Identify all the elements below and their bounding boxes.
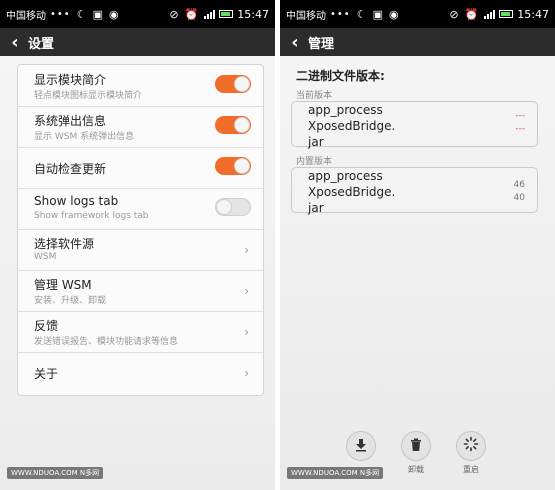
reboot-button[interactable] bbox=[456, 431, 486, 461]
reboot-label: 重启 bbox=[463, 465, 479, 474]
setting-sublabel: Show framework logs tab bbox=[34, 211, 149, 221]
notification-icon: ▣ bbox=[92, 7, 103, 21]
settings-list: 显示模块简介 轻点模块图标显示模块简介 系统弹出信息 显示 WSM 系统弹出信息… bbox=[17, 64, 264, 396]
moon-icon: ☾ bbox=[76, 7, 87, 21]
setting-label: 系统弹出信息 bbox=[34, 114, 107, 128]
battery-icon bbox=[499, 10, 514, 18]
title-bar: ‹ 设置 bbox=[0, 28, 275, 56]
system-popups-toggle[interactable] bbox=[215, 116, 251, 134]
builtin-version-label: 内置版本 bbox=[296, 157, 333, 167]
show-logs-toggle[interactable] bbox=[215, 198, 251, 216]
chevron-right-icon: › bbox=[244, 243, 249, 257]
binary-version-heading: 二进制文件版本: bbox=[296, 69, 385, 83]
chevron-right-icon: › bbox=[244, 366, 249, 380]
alarm-icon: ⏰ bbox=[464, 7, 479, 21]
watermark: WWW.NDUOA.COM N多网 bbox=[287, 467, 384, 479]
setting-show-logs-tab[interactable]: Show logs tab Show framework logs tab bbox=[18, 188, 263, 230]
android-icon: ◉ bbox=[108, 7, 119, 21]
title-bar: ‹ 管理 bbox=[280, 28, 555, 56]
alarm-icon: ⏰ bbox=[184, 7, 199, 21]
setting-auto-check-updates[interactable]: 自动检查更新 bbox=[18, 147, 263, 189]
app-process-version: --- bbox=[515, 111, 525, 121]
back-arrow-icon[interactable]: ‹ bbox=[282, 32, 308, 53]
setting-manage-wsm[interactable]: 管理 WSM 安装、升级、卸载 › bbox=[18, 270, 263, 312]
mute-icon: ⊘ bbox=[449, 7, 459, 21]
signal-dots: ••• bbox=[330, 8, 351, 20]
moon-icon: ☾ bbox=[356, 7, 367, 21]
page-title: 管理 bbox=[308, 36, 335, 52]
uninstall-label: 卸载 bbox=[408, 465, 424, 474]
mute-icon: ⊘ bbox=[169, 7, 179, 21]
setting-label: 管理 WSM bbox=[34, 278, 92, 292]
setting-sublabel: 发送错误报告、模块功能请求等信息 bbox=[34, 337, 179, 347]
settings-screen: 中国移动 ••• ☾ ▣ ◉ ⊘ ⏰ 15:47 ‹ 设置 显示模块简介 轻点模… bbox=[0, 0, 275, 490]
notification-icon: ▣ bbox=[372, 7, 383, 21]
android-icon: ◉ bbox=[388, 7, 399, 21]
app-process-version: 46 bbox=[513, 180, 525, 190]
module-description-toggle[interactable] bbox=[215, 75, 251, 93]
bottom-action-bar: 卸载 重启 bbox=[280, 422, 555, 490]
setting-label: 自动检查更新 bbox=[34, 162, 107, 176]
carrier-label: 中国移动 bbox=[6, 10, 46, 22]
battery-icon bbox=[219, 10, 234, 18]
xposedbridge-version: 40 bbox=[513, 193, 525, 203]
status-bar: 中国移动 ••• ☾ ▣ ◉ ⊘ ⏰ 15:47 bbox=[280, 0, 555, 28]
install-button[interactable] bbox=[346, 431, 376, 461]
setting-sublabel: 轻点模块图标显示模块简介 bbox=[34, 91, 143, 101]
builtin-version-box: app_process XposedBridge. jar 46 40 bbox=[291, 167, 538, 215]
setting-label: Show logs tab bbox=[34, 194, 119, 208]
setting-label: 关于 bbox=[34, 367, 59, 381]
manage-screen: 中国移动 ••• ☾ ▣ ◉ ⊘ ⏰ 15:47 ‹ 管理 二进制文件版本: 当… bbox=[280, 0, 555, 490]
setting-label: 显示模块简介 bbox=[34, 73, 107, 87]
download-icon bbox=[354, 437, 368, 456]
clock: 15:47 bbox=[517, 7, 549, 21]
signal-bars-icon bbox=[484, 9, 496, 19]
trash-icon bbox=[409, 437, 423, 456]
current-version-label: 当前版本 bbox=[296, 91, 333, 101]
chevron-right-icon: › bbox=[244, 284, 249, 298]
clock: 15:47 bbox=[237, 7, 269, 21]
setting-label: 反馈 bbox=[34, 319, 59, 333]
setting-select-source[interactable]: 选择软件源 WSM › bbox=[18, 229, 263, 271]
uninstall-button[interactable] bbox=[401, 431, 431, 461]
setting-system-popups[interactable]: 系统弹出信息 显示 WSM 系统弹出信息 bbox=[18, 106, 263, 148]
setting-label: 选择软件源 bbox=[34, 237, 95, 251]
setting-sublabel: 显示 WSM 系统弹出信息 bbox=[34, 132, 135, 142]
setting-show-module-description[interactable]: 显示模块简介 轻点模块图标显示模块简介 bbox=[18, 65, 263, 107]
status-bar: 中国移动 ••• ☾ ▣ ◉ ⊘ ⏰ 15:47 bbox=[0, 0, 275, 28]
current-version-box: app_process XposedBridge. jar --- --- bbox=[291, 101, 538, 149]
signal-bars-icon bbox=[204, 9, 216, 19]
carrier-label: 中国移动 bbox=[286, 10, 326, 22]
back-arrow-icon[interactable]: ‹ bbox=[2, 32, 28, 53]
chevron-right-icon: › bbox=[244, 325, 249, 339]
spinner-icon bbox=[463, 436, 479, 456]
xposedbridge-version: --- bbox=[515, 124, 525, 134]
component-name: app_process XposedBridge. jar bbox=[308, 103, 396, 149]
signal-dots: ••• bbox=[50, 8, 71, 20]
auto-update-toggle[interactable] bbox=[215, 157, 251, 175]
component-name: app_process XposedBridge. jar bbox=[308, 169, 396, 215]
setting-sublabel: 安装、升级、卸载 bbox=[34, 296, 107, 306]
watermark: WWW.NDUOA.COM N多网 bbox=[7, 467, 104, 479]
setting-feedback[interactable]: 反馈 发送错误报告、模块功能请求等信息 › bbox=[18, 311, 263, 353]
page-title: 设置 bbox=[28, 36, 55, 52]
setting-about[interactable]: 关于 › bbox=[18, 352, 263, 393]
setting-sublabel: WSM bbox=[34, 252, 57, 262]
